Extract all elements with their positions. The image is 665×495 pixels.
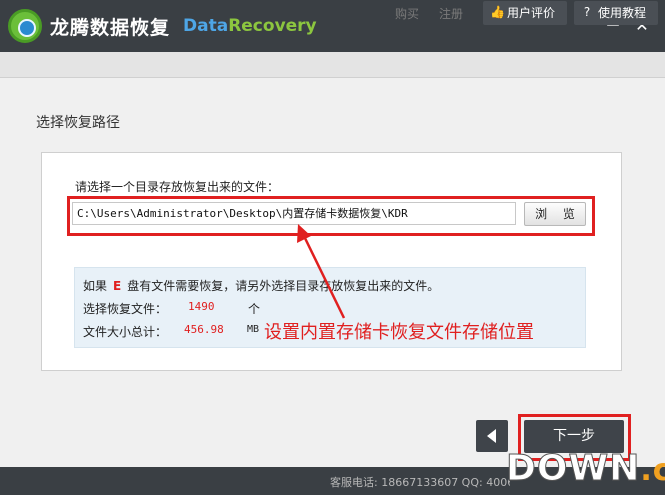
app-brand: DataRecovery bbox=[183, 16, 317, 36]
menu-bar bbox=[0, 52, 665, 78]
thumbs-up-icon: 👍 bbox=[490, 5, 505, 19]
watermark-logo: DOWN.cc bbox=[505, 448, 665, 490]
size-label: 文件大小总计： bbox=[83, 325, 168, 339]
count-label: 选择恢复文件： bbox=[83, 302, 168, 316]
path-prompt: 请选择一个目录存放恢复出来的文件： bbox=[75, 180, 280, 194]
tutorial-label: 使用教程 bbox=[598, 6, 647, 20]
brand-data: Data bbox=[183, 16, 229, 36]
count-value: 1490 bbox=[188, 300, 215, 313]
tutorial-button[interactable]: ? 使用教程 bbox=[574, 1, 658, 25]
drive-letter: E bbox=[113, 279, 122, 293]
path-input[interactable]: C:\Users\Administrator\Desktop\内置存储卡数据恢复… bbox=[72, 202, 516, 225]
support-info: 客服电话: 18667133607 QQ: 4006 bbox=[330, 476, 510, 489]
buy-link[interactable]: 购买 bbox=[395, 5, 419, 22]
size-unit: MB bbox=[247, 324, 260, 335]
app-logo-icon bbox=[8, 9, 42, 43]
info-message: 如果 E 盘有文件需要恢复，请另外选择目录存放恢复出来的文件。 bbox=[83, 277, 439, 294]
app-title: 龙腾数据恢复 bbox=[50, 17, 171, 39]
brand-recovery: Recovery bbox=[228, 16, 317, 36]
count-unit: 个 bbox=[248, 302, 261, 316]
help-icon: ? bbox=[583, 5, 591, 19]
section-title: 选择恢复路径 bbox=[36, 115, 120, 131]
info-post: 盘有文件需要恢复，请另外选择目录存放恢复出来的文件。 bbox=[127, 279, 440, 293]
watermark-cc: .cc bbox=[640, 453, 665, 488]
user-review-label: 用户评价 bbox=[507, 6, 556, 20]
annotation-text: 设置内置存储卡恢复文件存储位置 bbox=[264, 322, 534, 343]
size-value: 456.98 bbox=[184, 323, 224, 336]
browse-button[interactable]: 浏 览 bbox=[524, 202, 586, 226]
register-link[interactable]: 注册 bbox=[439, 5, 463, 22]
info-pre: 如果 bbox=[83, 279, 108, 293]
watermark-down: DOWN bbox=[505, 448, 641, 490]
user-review-button[interactable]: 👍 用户评价 bbox=[483, 1, 567, 25]
back-button[interactable] bbox=[476, 420, 508, 452]
